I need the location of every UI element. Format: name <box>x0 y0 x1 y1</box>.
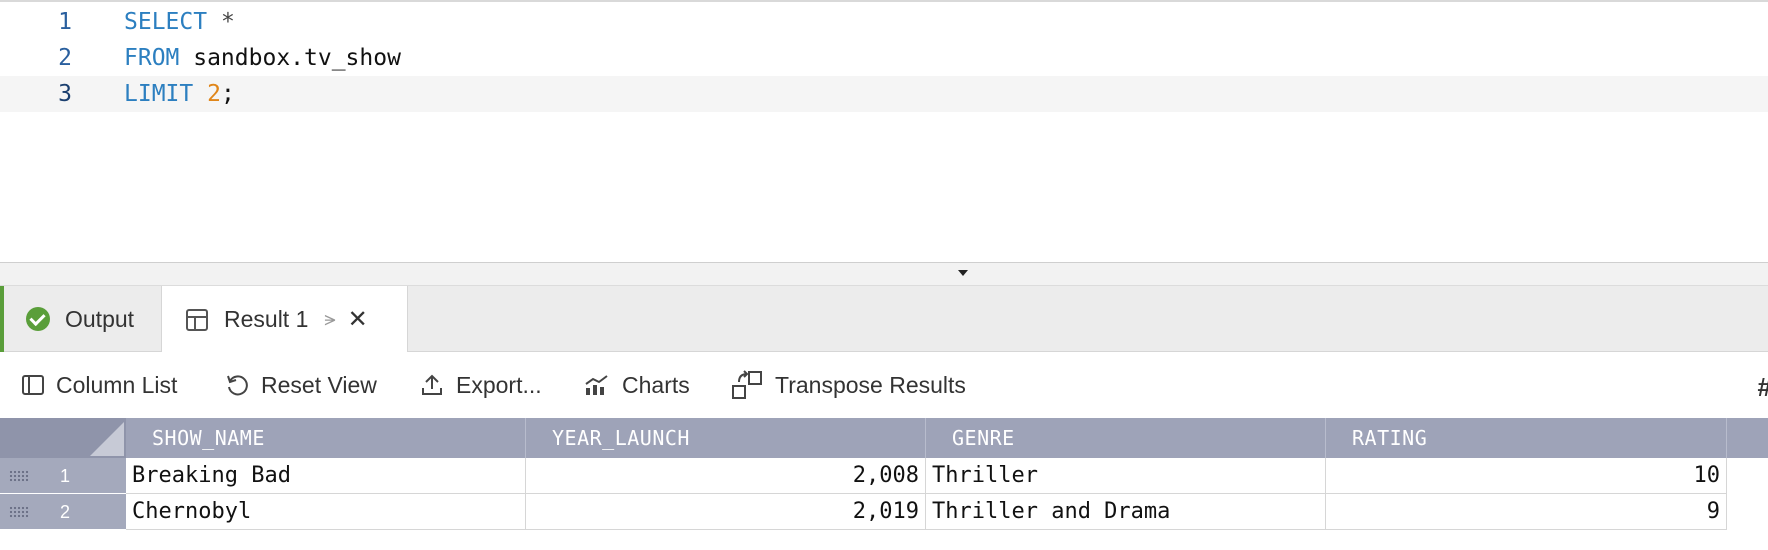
cell-rating[interactable]: 10 <box>1326 458 1727 494</box>
table-row[interactable]: 2 Chernobyl 2,019 Thriller and Drama 9 <box>0 494 1768 530</box>
export-label: Export... <box>456 371 542 398</box>
table-icon <box>186 308 208 331</box>
code-text: SELECT * <box>124 4 235 40</box>
result-tabs: Output Result 1 ⪫ ✕ <box>0 286 1768 353</box>
cell-year-launch[interactable]: 2,019 <box>526 494 926 530</box>
line-number: 3 <box>58 81 72 107</box>
reset-view-icon <box>225 373 249 397</box>
transpose-icon <box>731 370 763 400</box>
pin-icon[interactable]: ⪫ <box>324 308 335 331</box>
reset-view-button[interactable]: Reset View <box>225 352 377 418</box>
code-line-1[interactable]: 1 SELECT * <box>0 4 1768 40</box>
transpose-results-button[interactable]: Transpose Results <box>731 352 966 418</box>
tab-result-label: Result 1 <box>224 306 309 332</box>
sql-keyword: FROM <box>124 45 180 71</box>
row-number: 2 <box>59 502 70 522</box>
column-header-rating[interactable]: RATING <box>1326 418 1727 458</box>
cell-genre[interactable]: Thriller <box>926 458 1326 494</box>
close-icon[interactable]: ✕ <box>348 305 368 334</box>
column-header-year-launch[interactable]: YEAR_LAUNCH <box>526 418 926 458</box>
sql-punctuation: ; <box>220 81 235 107</box>
transpose-label: Transpose Results <box>775 371 966 398</box>
charts-icon <box>584 374 610 396</box>
cell-show-name[interactable]: Breaking Bad <box>126 458 526 494</box>
column-list-label: Column List <box>56 371 178 398</box>
sql-token: * <box>207 9 235 35</box>
code-text: LIMIT 2; <box>124 76 235 112</box>
cell-genre[interactable]: Thriller and Drama <box>926 494 1326 530</box>
tab-output[interactable]: Output <box>0 286 161 352</box>
tab-output-label: Output <box>65 305 135 332</box>
column-header-genre[interactable]: GENRE <box>926 418 1326 458</box>
cell-show-name[interactable]: Chernobyl <box>126 494 526 530</box>
table-row[interactable]: 1 Breaking Bad 2,008 Thriller 10 <box>0 458 1768 494</box>
code-line-2[interactable]: 2 FROM sandbox.tv_show <box>0 40 1768 76</box>
code-text: FROM sandbox.tv_show <box>124 40 401 76</box>
column-header-show-name[interactable]: SHOW_NAME <box>126 418 526 458</box>
result-toolbar: Column List Reset View Export... Charts … <box>0 352 1768 418</box>
column-list-icon <box>22 375 44 395</box>
line-number: 2 <box>58 45 72 71</box>
check-circle-icon <box>26 307 50 331</box>
cell-year-launch[interactable]: 2,008 <box>526 458 926 494</box>
row-grip-icon[interactable] <box>9 506 29 518</box>
row-header[interactable]: 1 <box>0 458 126 494</box>
row-header[interactable]: 2 <box>0 494 126 530</box>
row-number: 1 <box>59 466 70 486</box>
sql-keyword: LIMIT <box>124 81 194 107</box>
row-grip-icon[interactable] <box>9 470 29 482</box>
pane-splitter[interactable] <box>0 262 1768 286</box>
sql-keyword: SELECT <box>124 9 208 35</box>
cell-rating[interactable]: 9 <box>1326 494 1727 530</box>
charts-label: Charts <box>622 371 690 398</box>
splitter-arrow-icon[interactable] <box>958 270 968 276</box>
tab-result-1[interactable]: Result 1 ⪫ ✕ <box>161 286 408 353</box>
sql-number: 2 <box>207 81 221 107</box>
code-line-3[interactable]: 3 LIMIT 2; <box>0 76 1768 112</box>
grid-header: SHOW_NAME YEAR_LAUNCH GENRE RATING <box>0 418 1768 458</box>
select-all-corner[interactable] <box>0 418 126 458</box>
sql-editor[interactable]: 1 SELECT * 2 FROM sandbox.tv_show 3 LIMI… <box>0 0 1768 262</box>
reset-view-label: Reset View <box>261 371 377 398</box>
export-icon <box>420 373 444 397</box>
grid-icon[interactable]: # <box>1758 372 1768 403</box>
export-button[interactable]: Export... <box>420 352 542 418</box>
charts-button[interactable]: Charts <box>584 352 690 418</box>
column-list-button[interactable]: Column List <box>22 352 177 418</box>
result-grid: SHOW_NAME YEAR_LAUNCH GENRE RATING 1 Bre… <box>0 418 1768 550</box>
sql-identifier: sandbox.tv_show <box>179 45 401 71</box>
line-number: 1 <box>58 9 72 35</box>
